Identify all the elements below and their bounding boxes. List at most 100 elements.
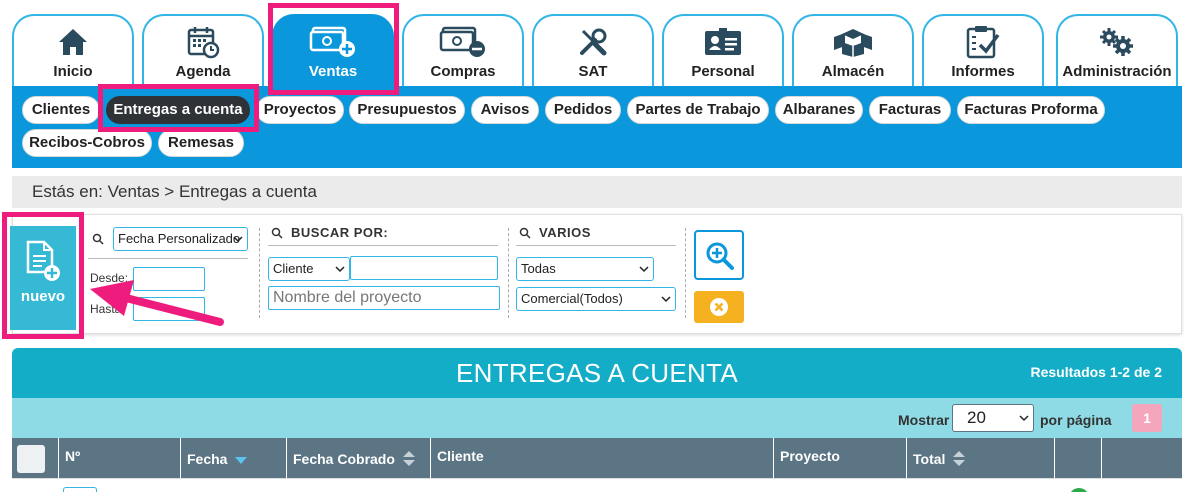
top-navigation: Inicio Agenda Ventas Compras SAT Persona… — [0, 0, 1189, 86]
submenu-partes-de-trabajo[interactable]: Partes de Trabajo — [627, 96, 769, 124]
results-count: Resultados 1-2 de 2 — [1030, 364, 1163, 380]
sort-desc-icon — [235, 457, 247, 464]
home-icon — [14, 24, 132, 60]
show-label: Mostrar — [898, 412, 950, 428]
sort-icon — [953, 451, 965, 466]
cash-remove-icon — [404, 24, 522, 60]
column-header-label: Fecha — [187, 451, 228, 467]
table-row[interactable] — [12, 478, 1182, 492]
submenu-clientes[interactable]: Clientes — [22, 96, 100, 124]
project-name-input[interactable]: Nombre del proyecto — [268, 286, 500, 310]
tab-informes[interactable]: Informes — [922, 14, 1044, 86]
clear-filters-button[interactable] — [694, 291, 744, 323]
column-header-label: Cliente — [437, 448, 484, 464]
divider — [508, 228, 509, 318]
gears-icon — [1058, 24, 1176, 60]
tab-inicio[interactable]: Inicio — [12, 14, 134, 86]
sort-icon — [403, 451, 415, 466]
divider — [268, 245, 498, 246]
column-header-label: Total — [913, 451, 946, 467]
submenu-presupuestos[interactable]: Presupuestos — [349, 96, 465, 124]
date-filter-select[interactable]: Fecha Personalizado — [113, 227, 248, 251]
per-page-value: 20 — [967, 408, 986, 427]
tab-label: Informes — [951, 63, 1015, 80]
calendar-icon — [144, 24, 262, 60]
clipboard-check-icon — [924, 24, 1042, 60]
tab-almacen[interactable]: Almacén — [792, 14, 914, 86]
search-value-input[interactable] — [350, 256, 498, 280]
submenu-avisos[interactable]: Avisos — [471, 96, 539, 124]
column-header-fecha[interactable]: Fecha — [181, 438, 287, 478]
search-button[interactable] — [694, 230, 744, 280]
submenu-remesas[interactable]: Remesas — [158, 129, 244, 157]
column-header-actions — [1102, 438, 1182, 478]
table-header-select — [12, 438, 59, 478]
submenu-facturas-proforma[interactable]: Facturas Proforma — [957, 96, 1105, 124]
submenu-albaranes[interactable]: Albaranes — [775, 96, 863, 124]
search-icon — [271, 227, 283, 239]
highlight-ventas-tab — [268, 3, 399, 95]
tab-administracion[interactable]: Administración — [1056, 14, 1178, 86]
column-header-numero[interactable]: Nº — [59, 438, 181, 478]
column-header-fecha-cobrado[interactable]: Fecha Cobrado — [287, 438, 431, 478]
divider — [685, 228, 686, 318]
search-heading: BUSCAR POR: — [291, 225, 389, 240]
submenu-proyectos[interactable]: Proyectos — [256, 96, 344, 124]
id-card-icon — [664, 24, 782, 60]
tab-label: Almacén — [821, 63, 885, 80]
column-header-cliente[interactable]: Cliente — [431, 438, 774, 478]
varios-value: Todas — [521, 261, 556, 276]
page-button-1[interactable]: 1 — [1132, 404, 1162, 432]
submenu-pedidos[interactable]: Pedidos — [545, 96, 621, 124]
boxes-icon — [794, 24, 912, 60]
chevron-down-icon — [1019, 415, 1029, 422]
close-icon — [710, 298, 728, 316]
tab-label: Inicio — [53, 63, 93, 80]
select-all-checkbox[interactable] — [17, 445, 45, 473]
chevron-down-icon — [639, 266, 649, 273]
tab-label: Administración — [1062, 63, 1172, 80]
per-page-select[interactable]: 20 — [952, 404, 1034, 432]
status-indicator-icon — [1069, 488, 1089, 492]
zoom-in-icon — [706, 242, 734, 270]
search-icon — [519, 227, 531, 239]
submenu-recibos-cobros[interactable]: Recibos-Cobros — [22, 129, 152, 157]
divider — [516, 245, 676, 246]
tab-agenda[interactable]: Agenda — [142, 14, 264, 86]
divider — [259, 228, 260, 318]
tab-personal[interactable]: Personal — [662, 14, 784, 86]
date-filter-value: Fecha Personalizado — [118, 231, 241, 246]
results-header: ENTREGAS A CUENTA Resultados 1-2 de 2 — [12, 348, 1182, 398]
column-header-proyecto[interactable]: Proyecto — [774, 438, 907, 478]
chevron-down-icon — [335, 266, 345, 273]
tab-sat[interactable]: SAT — [532, 14, 654, 86]
tab-label: SAT — [578, 63, 608, 80]
row-number-field[interactable] — [63, 487, 97, 492]
breadcrumb: Estás en: Ventas > Entregas a cuenta — [12, 176, 1182, 208]
tools-icon — [534, 24, 652, 60]
column-header-total[interactable]: Total — [907, 438, 1055, 478]
varios-select[interactable]: Todas — [516, 257, 654, 281]
column-header-label: Nº — [65, 448, 81, 464]
search-field-value: Cliente — [273, 261, 314, 276]
chevron-down-icon — [233, 236, 243, 243]
column-header-label: Fecha Cobrado — [293, 451, 395, 467]
column-header-status — [1055, 438, 1102, 478]
column-header-label: Proyecto — [780, 448, 840, 464]
results-title: ENTREGAS A CUENTA — [455, 358, 738, 388]
chevron-down-icon — [661, 296, 671, 303]
per-page-label: por página — [1040, 412, 1112, 428]
tab-label: Agenda — [175, 63, 231, 80]
submenu-facturas[interactable]: Facturas — [869, 96, 951, 124]
tab-compras[interactable]: Compras — [402, 14, 524, 86]
divider — [88, 258, 248, 259]
varios-heading: VARIOS — [539, 225, 591, 240]
search-icon — [92, 233, 104, 245]
highlight-new-button — [2, 212, 84, 339]
tab-label: Compras — [430, 63, 496, 80]
pointer-arrow-icon — [90, 280, 224, 326]
search-field-select[interactable]: Cliente — [268, 257, 350, 281]
comercial-select[interactable]: Comercial(Todos) — [516, 287, 676, 311]
highlight-entregas-submenu — [98, 84, 259, 132]
comercial-value: Comercial(Todos) — [521, 291, 623, 306]
